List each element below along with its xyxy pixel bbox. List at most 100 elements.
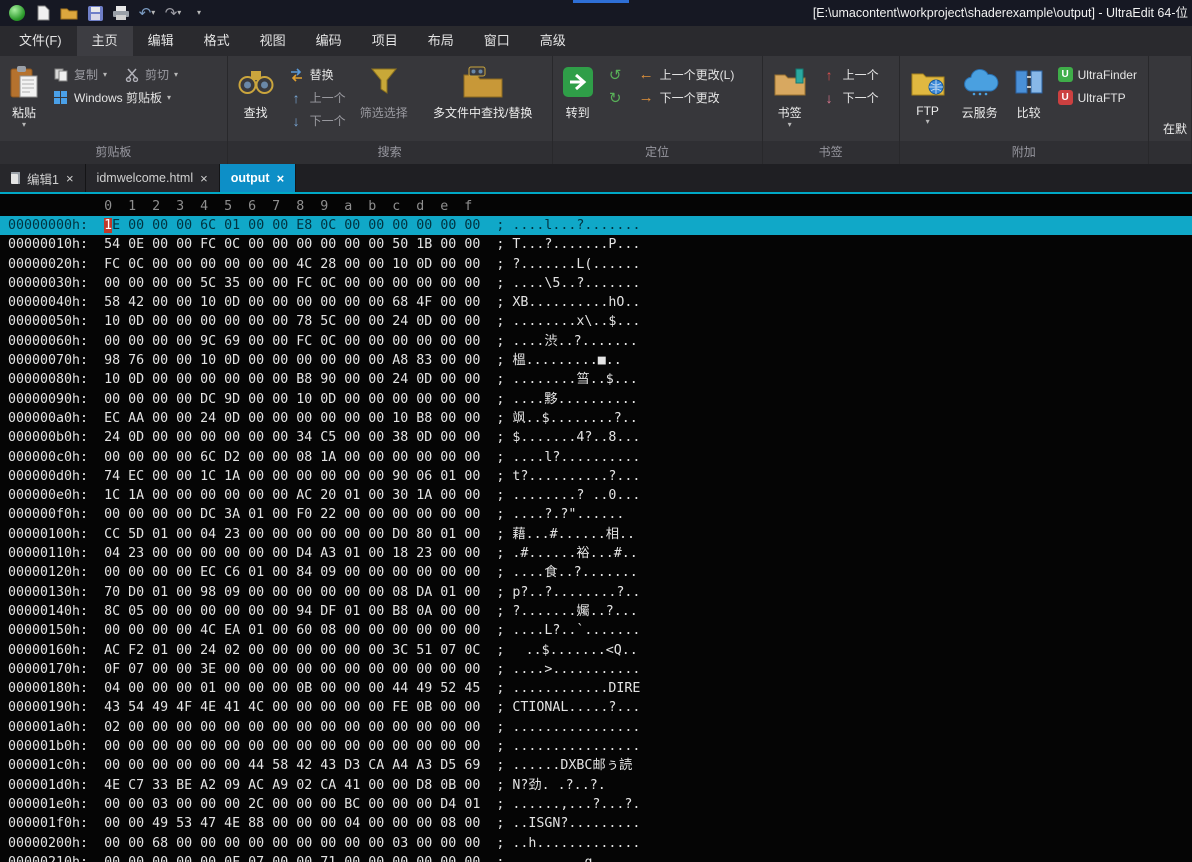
hex-row-9[interactable]: 00000090h: 00 00 00 00 DC 9D 00 00 10 0D… [0, 390, 1192, 409]
hex-row-8[interactable]: 00000080h: 10 0D 00 00 00 00 00 00 B8 90… [0, 370, 1192, 389]
hex-row-3[interactable]: 00000030h: 00 00 00 00 5C 35 00 00 FC 0C… [0, 274, 1192, 293]
hex-row-31[interactable]: 000001f0h: 00 00 49 53 47 4E 88 00 00 00… [0, 814, 1192, 833]
document-tab-idmwelcome.html[interactable]: idmwelcome.html × [85, 164, 220, 192]
copy-icon [52, 66, 69, 83]
copy-button[interactable]: 复制 ▾ [48, 63, 111, 86]
menu-tab-编辑[interactable]: 编辑 [133, 26, 189, 56]
chevron-down-icon: ▾ [925, 117, 930, 126]
hex-bytes-and-ascii: 04 00 00 00 01 00 00 00 0B 00 00 00 44 4… [104, 681, 641, 697]
hex-row-30[interactable]: 000001e0h: 00 00 03 00 00 00 2C 00 00 00… [0, 795, 1192, 814]
hex-row-0[interactable]: 00000000h: 1E 00 00 00 6C 01 00 00 E8 0C… [0, 216, 1192, 236]
rotate-back-button[interactable]: ↺ [603, 63, 628, 86]
hex-row-6[interactable]: 00000060h: 00 00 00 00 9C 69 00 00 FC 0C… [0, 332, 1192, 351]
close-icon[interactable]: × [66, 171, 74, 186]
print-button[interactable] [110, 2, 132, 24]
hex-row-16[interactable]: 00000100h: CC 5D 01 00 04 23 00 00 00 00… [0, 525, 1192, 544]
group-label-locate: 定位 [552, 140, 762, 164]
hex-row-2[interactable]: 00000020h: FC 0C 00 00 00 00 00 00 4C 28… [0, 255, 1192, 274]
replace-button[interactable]: 替换 [284, 63, 350, 86]
hex-row-1[interactable]: 00000010h: 54 0E 00 00 FC 0C 00 00 00 00… [0, 235, 1192, 254]
compare-button[interactable]: 比较 [1010, 60, 1048, 122]
cut-button[interactable]: 剪切 ▾ [119, 63, 182, 86]
menu-tab-编码[interactable]: 编码 [301, 26, 357, 56]
hex-row-28[interactable]: 000001c0h: 00 00 00 00 00 00 44 58 42 43… [0, 756, 1192, 775]
bookmark-button[interactable]: 书签 ▾ [769, 60, 811, 130]
arrow-left-icon: ← [638, 66, 654, 83]
ribbon-group-clipboard: 粘贴 ▾ 复制 ▾ 剪切 ▾ Windows 剪贴板 ▾ 剪贴板 [0, 56, 228, 164]
rotate-forward-button[interactable]: ↻ [603, 86, 628, 109]
close-icon[interactable]: × [277, 171, 285, 186]
menu-tab-布局[interactable]: 布局 [413, 26, 469, 56]
cloud-services-button[interactable]: 云服务 [956, 60, 1004, 122]
print-icon [113, 6, 129, 20]
hex-row-10[interactable]: 000000a0h: EC AA 00 00 24 0D 00 00 00 00… [0, 409, 1192, 428]
hex-row-13[interactable]: 000000d0h: 74 EC 00 00 1C 1A 00 00 00 00… [0, 467, 1192, 486]
bookmark-prev-button[interactable]: ↑ 上一个 [817, 63, 883, 86]
goto-button[interactable]: 转到 [559, 60, 597, 122]
hex-bytes-and-ascii: 0F 07 00 00 3E 00 00 00 00 00 00 00 00 0… [104, 661, 641, 677]
hex-row-33[interactable]: 00000210h: 00 00 00 00 00 0F 07 00 00 71… [0, 853, 1192, 862]
hex-editor[interactable]: 0 1 2 3 4 5 6 7 8 9 a b c d e f 00000000h… [0, 192, 1192, 862]
hex-row-7[interactable]: 00000070h: 98 76 00 00 10 0D 00 00 00 00… [0, 351, 1192, 370]
menu-tab-窗口[interactable]: 窗口 [469, 26, 525, 56]
hex-row-19[interactable]: 00000130h: 70 D0 01 00 98 09 00 00 00 00… [0, 583, 1192, 602]
bookmark-next-button[interactable]: ↓ 下一个 [817, 86, 883, 109]
menu-tab-文件(F)[interactable]: 文件(F) [4, 26, 77, 56]
menu-tab-主页[interactable]: 主页 [76, 26, 133, 56]
hex-row-25[interactable]: 00000190h: 43 54 49 4F 4E 41 4C 00 00 00… [0, 698, 1192, 717]
document-tab-output[interactable]: output × [219, 164, 297, 192]
ultraftp-button[interactable]: U UltraFTP [1054, 86, 1141, 109]
menu-tab-高级[interactable]: 高级 [525, 26, 581, 56]
hex-bytes-and-ascii: 10 0D 00 00 00 00 00 00 78 5C 00 00 24 0… [104, 314, 641, 330]
close-icon[interactable]: × [200, 171, 208, 186]
save-button[interactable] [84, 2, 106, 24]
paste-button[interactable]: 粘贴 ▾ [6, 60, 42, 130]
next-change-button[interactable]: → 下一个更改 [634, 86, 739, 109]
tab-label: output [230, 171, 270, 185]
hex-row-15[interactable]: 000000f0h: 00 00 00 00 DC 3A 01 00 F0 22… [0, 505, 1192, 524]
menu-tab-项目[interactable]: 项目 [357, 26, 413, 56]
hex-row-23[interactable]: 00000170h: 0F 07 00 00 3E 00 00 00 00 00… [0, 660, 1192, 679]
hex-row-22[interactable]: 00000160h: AC F2 01 00 24 02 00 00 00 00… [0, 641, 1192, 660]
find-prev-button[interactable]: ↑ 上一个 [284, 86, 350, 109]
hex-row-29[interactable]: 000001d0h: 4E C7 33 BE A2 09 AC A9 02 CA… [0, 776, 1192, 795]
ribbon-group-locate: 转到 ↺ ↻ ← 上一个更改(L) → 下一个更改 定位 [552, 56, 763, 164]
find-next-button[interactable]: ↓ 下一个 [284, 109, 350, 132]
new-file-button[interactable] [32, 2, 54, 24]
hex-row-32[interactable]: 00000200h: 00 00 68 00 00 00 00 00 00 00… [0, 834, 1192, 853]
hex-row-4[interactable]: 00000040h: 58 42 00 00 10 0D 00 00 00 00… [0, 293, 1192, 312]
hex-row-24[interactable]: 00000180h: 04 00 00 00 01 00 00 00 0B 00… [0, 679, 1192, 698]
hex-address: 000001b0h: [8, 739, 105, 755]
hex-row-20[interactable]: 00000140h: 8C 05 00 00 00 00 00 00 94 DF… [0, 602, 1192, 621]
hex-row-18[interactable]: 00000120h: 00 00 00 00 EC C6 01 00 84 09… [0, 563, 1192, 582]
hex-address: 00000080h: [8, 372, 105, 388]
qat-customize-dropdown[interactable]: ▾ [188, 2, 210, 24]
undo-button[interactable]: ↶ ▾ [136, 2, 158, 24]
menu-tab-格式[interactable]: 格式 [189, 26, 245, 56]
hex-row-12[interactable]: 000000c0h: 00 00 00 00 6C D2 00 00 08 1A… [0, 448, 1192, 467]
hex-bytes-and-ascii: EC AA 00 00 24 0D 00 00 00 00 00 00 10 B… [104, 410, 638, 426]
hex-row-17[interactable]: 00000110h: 04 23 00 00 00 00 00 00 D4 A3… [0, 544, 1192, 563]
ultrafinder-button[interactable]: U UltraFinder [1054, 63, 1141, 86]
menu-tab-视图[interactable]: 视图 [245, 26, 301, 56]
hex-row-11[interactable]: 000000b0h: 24 0D 00 00 00 00 00 00 34 C5… [0, 428, 1192, 447]
prev-change-button[interactable]: ← 上一个更改(L) [634, 63, 739, 86]
multi-file-find-button[interactable]: 多文件中查找/替换 [418, 60, 548, 122]
find-button[interactable]: 查找 [234, 60, 278, 122]
ultrafinder-icon: U [1057, 67, 1073, 82]
hex-row-5[interactable]: 00000050h: 10 0D 00 00 00 00 00 00 78 5C… [0, 312, 1192, 331]
arrow-up-icon: ↑ [825, 66, 833, 83]
windows-clipboard-icon [52, 89, 69, 106]
document-tabs: 编辑1 × idmwelcome.html × output × [0, 164, 1192, 192]
hex-row-27[interactable]: 000001b0h: 00 00 00 00 00 00 00 00 00 00… [0, 737, 1192, 756]
redo-button[interactable]: ↷ ▾ [162, 2, 184, 24]
partial-group-label[interactable]: 在默 [1155, 120, 1187, 137]
document-tab-编辑1[interactable]: 编辑1 × [0, 164, 86, 192]
hex-row-21[interactable]: 00000150h: 00 00 00 00 4C EA 01 00 60 08… [0, 621, 1192, 640]
ftp-button[interactable]: FTP ▾ [906, 60, 950, 127]
hex-row-26[interactable]: 000001a0h: 02 00 00 00 00 00 00 00 00 00… [0, 718, 1192, 737]
filter-select-button[interactable]: 筛选选择 [356, 60, 412, 122]
open-file-button[interactable] [58, 2, 80, 24]
hex-row-14[interactable]: 000000e0h: 1C 1A 00 00 00 00 00 00 AC 20… [0, 486, 1192, 505]
windows-clipboard-button[interactable]: Windows 剪贴板 ▾ [48, 86, 223, 109]
